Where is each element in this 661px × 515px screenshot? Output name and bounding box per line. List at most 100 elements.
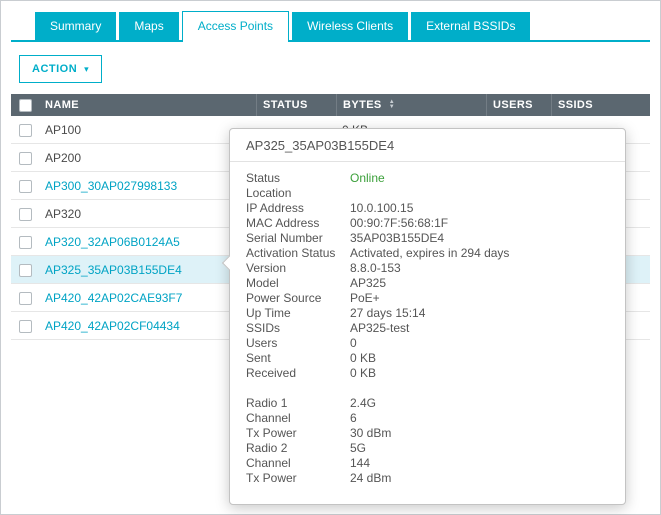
popover-field: Channel6	[246, 411, 609, 426]
row-checkbox-cell	[11, 262, 45, 276]
popover-field: Version8.8.0-153	[246, 261, 609, 276]
column-header-ssids[interactable]: SSIDS	[551, 94, 650, 116]
popover-field: Up Time27 days 15:14	[246, 306, 609, 321]
field-value: 6	[350, 411, 609, 426]
field-label: Activation Status	[246, 246, 350, 261]
field-label: IP Address	[246, 201, 350, 216]
field-label: MAC Address	[246, 216, 350, 231]
field-label: SSIDs	[246, 321, 350, 336]
field-value: Online	[350, 171, 609, 186]
row-checkbox[interactable]	[19, 124, 32, 137]
field-label: Sent	[246, 351, 350, 366]
column-header-bytes[interactable]: BYTES ▲▼	[336, 94, 486, 116]
popover-field: StatusOnline	[246, 171, 609, 186]
ap-name[interactable]: AP420_42AP02CF04434	[45, 319, 256, 333]
popover-field: Channel144	[246, 456, 609, 471]
ap-name[interactable]: AP420_42AP02CAE93F7	[45, 291, 256, 305]
field-label: Radio 1	[246, 396, 350, 411]
row-checkbox[interactable]	[19, 180, 32, 193]
ap-name[interactable]: AP320_32AP06B0124A5	[45, 235, 256, 249]
popover-field: Radio 25G	[246, 441, 609, 456]
popover-field: Location	[246, 186, 609, 201]
popover-field: MAC Address00:90:7F:56:68:1F	[246, 216, 609, 231]
field-value: AP325	[350, 276, 609, 291]
popover-field: Tx Power24 dBm	[246, 471, 609, 486]
ap-name[interactable]: AP300_30AP027998133	[45, 179, 256, 193]
row-checkbox[interactable]	[19, 152, 32, 165]
popover-field: Activation StatusActivated, expires in 2…	[246, 246, 609, 261]
row-checkbox-cell	[11, 122, 45, 136]
popover-field-spacer	[246, 381, 609, 396]
popover-field: Radio 12.4G	[246, 396, 609, 411]
field-label: Power Source	[246, 291, 350, 306]
row-checkbox[interactable]	[19, 292, 32, 305]
field-value: 30 dBm	[350, 426, 609, 441]
sort-icon[interactable]: ▲▼	[389, 100, 395, 110]
field-label: Users	[246, 336, 350, 351]
column-header-users[interactable]: USERS	[486, 94, 551, 116]
ap-name: AP200	[45, 151, 256, 165]
field-value: 5G	[350, 441, 609, 456]
caret-down-icon: ▾	[84, 64, 89, 75]
action-button[interactable]: ACTION ▾	[19, 55, 102, 83]
popover-field: SSIDsAP325-test	[246, 321, 609, 336]
popover-field: Users0	[246, 336, 609, 351]
field-value: 0 KB	[350, 366, 609, 381]
popover-field: Serial Number35AP03B155DE4	[246, 231, 609, 246]
field-label: Tx Power	[246, 426, 350, 441]
column-header-name[interactable]: NAME	[45, 99, 256, 111]
toolbar: ACTION ▾	[19, 55, 660, 83]
field-label: Tx Power	[246, 471, 350, 486]
field-value: 10.0.100.15	[350, 201, 609, 216]
popover-field: Received0 KB	[246, 366, 609, 381]
field-value: 24 dBm	[350, 471, 609, 486]
row-checkbox[interactable]	[19, 236, 32, 249]
select-all-cell	[11, 99, 45, 112]
field-label: Serial Number	[246, 231, 350, 246]
field-value: 27 days 15:14	[350, 306, 609, 321]
field-value: 8.8.0-153	[350, 261, 609, 276]
popover-field: Tx Power30 dBm	[246, 426, 609, 441]
tab-bar: SummaryMapsAccess PointsWireless Clients…	[11, 1, 650, 42]
field-value: 0 KB	[350, 351, 609, 366]
popover-field: ModelAP325	[246, 276, 609, 291]
field-value: 00:90:7F:56:68:1F	[350, 216, 609, 231]
field-value: AP325-test	[350, 321, 609, 336]
field-value: PoE+	[350, 291, 609, 306]
popover-title: AP325_35AP03B155DE4	[230, 129, 625, 162]
field-value: 144	[350, 456, 609, 471]
popover-field: IP Address10.0.100.15	[246, 201, 609, 216]
action-button-label: ACTION	[32, 63, 77, 75]
tab-external-bssids[interactable]: External BSSIDs	[411, 12, 530, 40]
tab-access-points[interactable]: Access Points	[182, 11, 289, 42]
tab-maps[interactable]: Maps	[119, 12, 178, 40]
field-value	[350, 186, 609, 201]
column-header-status[interactable]: STATUS	[256, 94, 336, 116]
row-checkbox-cell	[11, 234, 45, 248]
table-header-row: NAME STATUS BYTES ▲▼ USERS SSIDS	[11, 94, 650, 116]
tab-wireless-clients[interactable]: Wireless Clients	[292, 12, 408, 40]
field-label: Channel	[246, 411, 350, 426]
popover-field: Power SourcePoE+	[246, 291, 609, 306]
row-checkbox[interactable]	[19, 208, 32, 221]
field-label: Location	[246, 186, 350, 201]
row-checkbox[interactable]	[19, 264, 32, 277]
select-all-checkbox[interactable]	[19, 99, 32, 112]
row-checkbox[interactable]	[19, 320, 32, 333]
column-header-bytes-label: BYTES	[343, 99, 382, 111]
field-value: 2.4G	[350, 396, 609, 411]
field-label: Radio 2	[246, 441, 350, 456]
row-checkbox-cell	[11, 206, 45, 220]
field-label: Version	[246, 261, 350, 276]
tab-summary[interactable]: Summary	[35, 12, 116, 40]
ap-details-popover: AP325_35AP03B155DE4 StatusOnlineLocation…	[229, 128, 626, 505]
ap-name: AP320	[45, 207, 256, 221]
row-checkbox-cell	[11, 150, 45, 164]
row-checkbox-cell	[11, 178, 45, 192]
row-checkbox-cell	[11, 290, 45, 304]
field-value: Activated, expires in 294 days	[350, 246, 609, 261]
ap-name: AP100	[45, 123, 256, 137]
popover-field: Sent0 KB	[246, 351, 609, 366]
field-label: Status	[246, 171, 350, 186]
field-label: Channel	[246, 456, 350, 471]
